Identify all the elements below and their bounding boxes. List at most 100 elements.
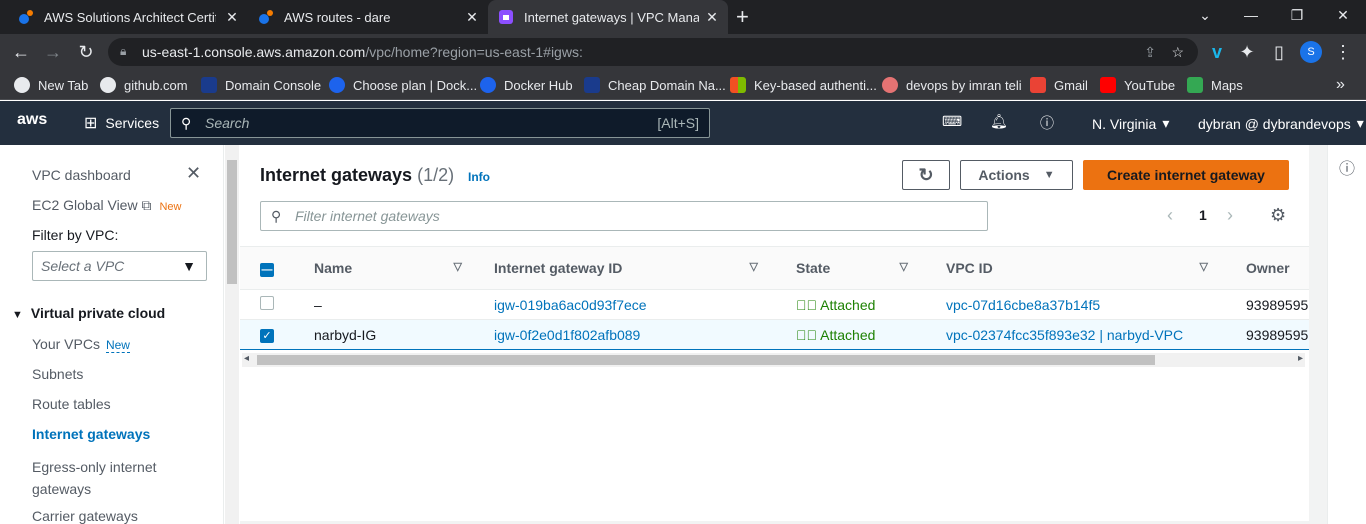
sidebar-item-your-vpcs[interactable]: Your VPCs New (32, 336, 130, 353)
filter-input[interactable]: ⚲ Filter internet gateways (260, 201, 988, 231)
scroll-right-icon[interactable]: ▸ (1298, 353, 1303, 364)
bookmark-docker-hub[interactable]: Docker Hub (480, 76, 573, 94)
tab-aws-cert[interactable]: AWS Solutions Architect Certifica ✕ (8, 0, 248, 34)
github-icon (14, 77, 30, 93)
cloudshell-icon[interactable]: ⌨ (942, 113, 962, 130)
search-icon: ⚲ (271, 207, 282, 224)
chevron-down-icon: ▾ (1356, 115, 1364, 131)
col-name[interactable]: Name ▽ (296, 246, 476, 290)
cell-owner: 93989595 (1226, 319, 1309, 350)
table-row[interactable]: ✓ narbyd-IG igw-0f2e0d1f802afb089 ✓⃝ Att… (240, 319, 1309, 350)
sidebar-item-dashboard[interactable]: VPC dashboard (32, 167, 131, 183)
help-icon[interactable]: ⓘ (1040, 113, 1054, 133)
bookmark-choose-plan[interactable]: Choose plan | Dock... (329, 76, 477, 94)
scroll-thumb[interactable] (257, 355, 1155, 365)
close-icon[interactable]: ✕ (224, 9, 240, 25)
vimeo-extension-icon[interactable]: v (1204, 39, 1230, 65)
bookmark-maps[interactable]: Maps (1187, 76, 1243, 94)
col-owner[interactable]: Owner (1226, 246, 1309, 290)
close-icon[interactable]: ✕ (704, 9, 720, 25)
filter-label: Filter by VPC: (32, 227, 119, 243)
scroll-left-icon[interactable]: ◂ (244, 353, 249, 364)
minimize-icon[interactable]: — (1228, 0, 1274, 30)
settings-gear-icon[interactable]: ⚙ (1270, 205, 1286, 226)
tab-title: AWS routes - dare (284, 9, 391, 25)
actions-button[interactable]: Actions ▼ (960, 160, 1073, 190)
tab-internet-gateways[interactable]: Internet gateways | VPC Manage ✕ (488, 0, 728, 34)
table-horizontal-scrollbar[interactable]: ◂ ▸ (242, 353, 1305, 367)
info-link[interactable]: Info (468, 170, 490, 184)
check-circle-icon: ✓⃝ (796, 326, 817, 343)
account-menu[interactable]: dybran @ dybrandevops ▾ (1198, 115, 1364, 132)
url-host: us-east-1.console.aws.amazon.com (142, 44, 366, 60)
aws-logo[interactable]: aws (17, 111, 47, 129)
col-vpc-id[interactable]: VPC ID ▽ (926, 246, 1226, 290)
bookmark-gmail[interactable]: Gmail (1030, 76, 1088, 94)
sidebar-item-ec2-global[interactable]: EC2 Global View ⧉ New (32, 197, 181, 214)
sidebar-item-internet-gateways[interactable]: Internet gateways (32, 426, 150, 442)
back-icon[interactable]: ← (8, 39, 34, 65)
caret-down-icon: ▼ (182, 258, 196, 274)
more-bookmarks-icon[interactable]: » (1336, 76, 1345, 94)
sidebar-item-carrier-gateways[interactable]: Carrier gateways (32, 508, 138, 524)
col-igw-id[interactable]: Internet gateway ID ▽ (476, 246, 776, 290)
section-vpc[interactable]: ▼ Virtual private cloud (12, 305, 165, 321)
col-state[interactable]: State ▽ (776, 246, 926, 290)
sidebar-item-subnets[interactable]: Subnets (32, 366, 83, 382)
share-icon[interactable]: ⇪ (1144, 44, 1156, 61)
bookmark-github[interactable]: github.com (100, 76, 188, 94)
info-circle-icon[interactable]: ⓘ (1339, 155, 1355, 179)
services-menu[interactable]: ⊞ Services (84, 113, 159, 133)
select-all-checkbox[interactable]: — (240, 246, 296, 290)
bookmark-new-tab[interactable]: New Tab (14, 76, 88, 94)
extensions-icon[interactable]: ✦ (1234, 39, 1260, 65)
bookmark-key-auth[interactable]: Key-based authenti... (730, 76, 877, 94)
grid-icon: ⊞ (84, 115, 98, 132)
menu-icon[interactable]: ⋮ (1330, 39, 1356, 65)
star-icon[interactable]: ☆ (1171, 44, 1184, 61)
next-page-icon[interactable]: › (1227, 205, 1233, 226)
restore-icon[interactable]: ❐ (1274, 0, 1320, 30)
prev-page-icon[interactable]: ‹ (1167, 205, 1173, 226)
side-panel-icon[interactable]: ▯ (1266, 39, 1292, 65)
cell-igw-id[interactable]: igw-0f2e0d1f802afb089 (476, 319, 776, 350)
microsoft-icon (730, 77, 746, 93)
devops-icon (882, 77, 898, 93)
new-tab-button[interactable]: + (736, 0, 760, 34)
notifications-icon[interactable]: 🔔︎ (990, 113, 1008, 130)
bookmark-cheap-domain[interactable]: Cheap Domain Na... (584, 76, 726, 94)
region-selector[interactable]: N. Virginia ▾ (1092, 115, 1169, 132)
vpc-select[interactable]: Select a VPC ▼ (32, 251, 207, 281)
create-internet-gateway-button[interactable]: Create internet gateway (1083, 160, 1289, 190)
close-icon[interactable]: ✕ (464, 9, 480, 25)
igw-table: — Name ▽ Internet gateway ID ▽ State ▽ VPC … (240, 246, 1309, 350)
table-row[interactable]: – igw-019ba6ac0d93f7ece ✓⃝ Attached vpc-… (240, 289, 1309, 320)
close-icon[interactable]: ✕ (186, 163, 201, 184)
bookmark-domain-console[interactable]: Domain Console (201, 76, 321, 94)
address-bar[interactable]: 🔒︎ us-east-1.console.aws.amazon.com/vpc/… (108, 38, 1198, 66)
cell-igw-id[interactable]: igw-019ba6ac0d93f7ece (476, 289, 776, 320)
reload-icon[interactable]: ↻ (73, 39, 99, 65)
tab-aws-routes[interactable]: AWS routes - dare ✕ (248, 0, 488, 34)
sidebar-item-egress-only[interactable]: Egress-only internet gateways (32, 456, 182, 500)
bookmark-youtube[interactable]: YouTube (1100, 76, 1175, 94)
refresh-icon: ↻ (918, 164, 934, 185)
search-input[interactable]: ⚲ Search [Alt+S] (170, 108, 710, 138)
tab-search-icon[interactable]: ⌄ (1182, 0, 1228, 30)
row-checkbox[interactable] (240, 289, 296, 320)
cell-vpc-id[interactable]: vpc-02374fcc35f893e32 | narbyd-VPC (926, 319, 1226, 350)
caret-down-icon: ▼ (1043, 169, 1055, 181)
bookmark-devops-imran[interactable]: devops by imran teli (882, 76, 1022, 94)
page-number[interactable]: 1 (1199, 207, 1207, 223)
close-window-icon[interactable]: ✕ (1320, 0, 1366, 30)
sort-icon: ▽ (899, 261, 908, 273)
refresh-button[interactable]: ↻ (902, 160, 950, 190)
domain-icon (201, 77, 217, 93)
row-checkbox[interactable]: ✓ (240, 319, 296, 350)
sidebar-item-route-tables[interactable]: Route tables (32, 396, 111, 412)
forward-icon[interactable]: → (40, 39, 66, 65)
docker-icon (329, 77, 345, 93)
sidebar-scroll-thumb[interactable] (227, 160, 237, 284)
cell-vpc-id[interactable]: vpc-07d16cbe8a37b14f5 (926, 289, 1226, 320)
profile-avatar[interactable]: S (1298, 39, 1324, 65)
